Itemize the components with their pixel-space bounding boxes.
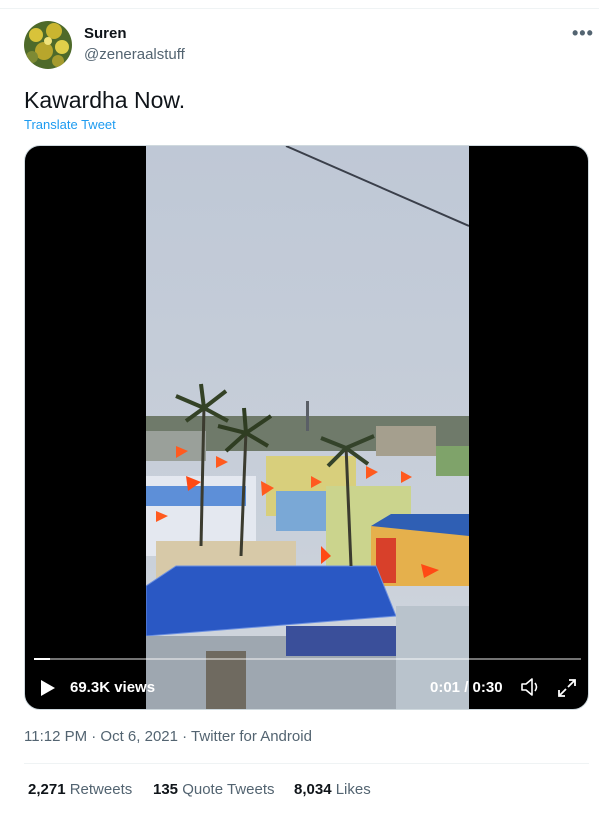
play-icon[interactable] (40, 679, 56, 697)
video-progress-bar[interactable] (34, 658, 581, 660)
user-display-name[interactable]: Suren (84, 25, 127, 42)
video-progress-fill (34, 658, 51, 660)
quote-tweets-stat[interactable]: 135 Quote Tweets (153, 781, 274, 798)
likes-stat[interactable]: 8,034 Likes (294, 781, 371, 798)
video-player[interactable]: 69.3K views 0:01 / 0:30 (24, 145, 589, 710)
retweets-stat[interactable]: 2,271 Retweets (28, 781, 132, 798)
avatar-image (24, 21, 72, 69)
video-frame (146, 146, 469, 709)
likes-count: 8,034 (294, 781, 332, 798)
video-time: 0:01 / 0:30 (430, 679, 503, 696)
likes-label: Likes (335, 781, 371, 798)
translate-tweet-link[interactable]: Translate Tweet (24, 117, 116, 132)
tweet-text: Kawardha Now. (24, 87, 186, 113)
quote-tweets-count: 135 (153, 781, 179, 798)
tweet-timestamp-source[interactable]: 11:12 PM · Oct 6, 2021 · Twitter for And… (24, 728, 312, 745)
quote-tweets-label: Quote Tweets (182, 781, 275, 798)
user-handle[interactable]: @zeneraalstuff (84, 46, 185, 63)
stats-divider (24, 763, 589, 764)
fullscreen-icon[interactable] (556, 677, 578, 699)
top-divider (0, 8, 599, 9)
retweets-count: 2,271 (28, 781, 66, 798)
retweets-label: Retweets (69, 781, 133, 798)
avatar[interactable] (24, 21, 72, 69)
volume-icon[interactable] (520, 677, 542, 697)
video-view-count: 69.3K views (70, 679, 156, 696)
more-horizontal-icon[interactable]: ••• (572, 24, 594, 42)
